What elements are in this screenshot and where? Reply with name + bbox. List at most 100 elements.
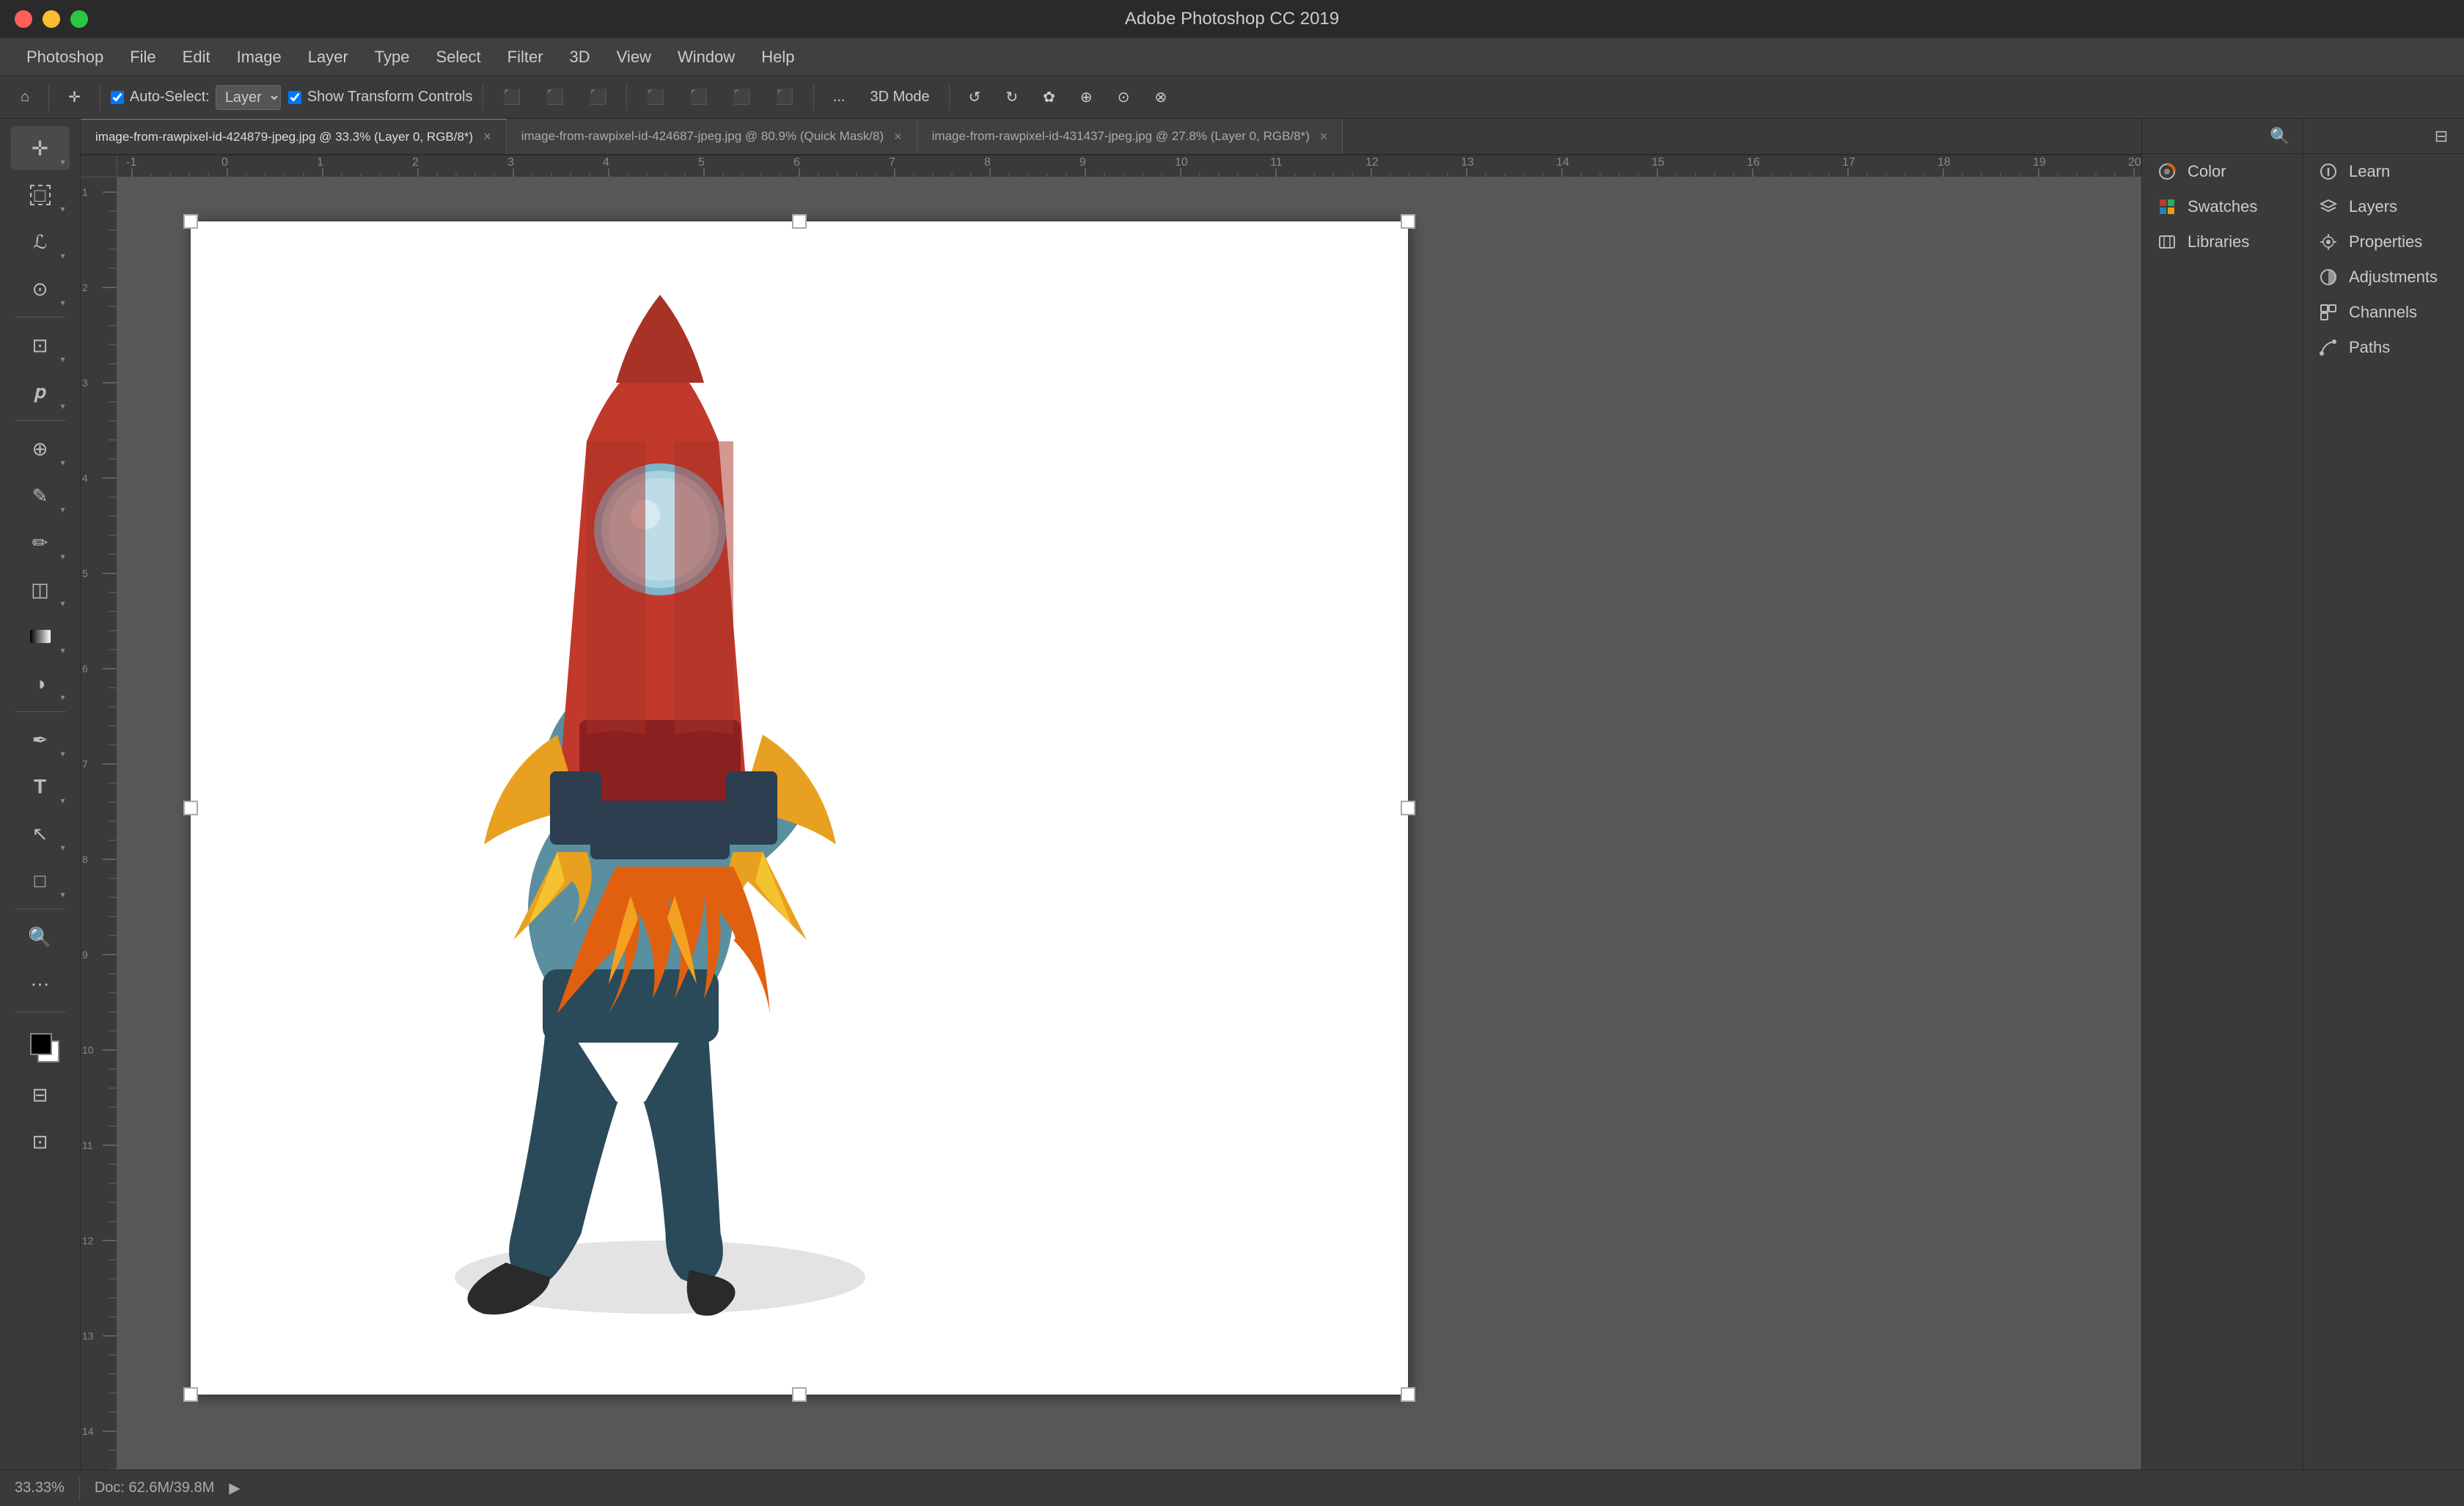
close-button[interactable] [15,10,32,28]
align-top-btn[interactable]: ⬛ [637,84,673,111]
toolbar-separator-5 [813,84,814,111]
rp-swatches-item[interactable]: Swatches [2142,189,2303,224]
svg-text:19: 19 [2033,156,2046,169]
menu-select[interactable]: Select [424,43,492,71]
svg-text:5: 5 [698,156,705,169]
svg-text:8: 8 [984,156,991,169]
auto-select-checkbox[interactable]: Auto-Select: Layer [111,85,281,110]
tool-screen-mode[interactable]: ⊟ [11,1073,70,1117]
rp-channels-item[interactable]: Channels [2303,295,2464,330]
menu-image[interactable]: Image [225,43,293,71]
tool-clone[interactable]: ✎ ▾ [11,474,70,518]
align-center-h-btn[interactable]: ⬛ [537,84,573,111]
minimize-button[interactable] [43,10,60,28]
menu-3d[interactable]: 3D [558,43,602,71]
tool-arrow-12: ▾ [60,692,65,702]
tool-pen[interactable]: ✒ ▾ [11,718,70,762]
align-bottom-btn[interactable]: ⬛ [724,84,760,111]
tool-gradient[interactable]: ▾ [11,614,70,658]
menu-layer[interactable]: Layer [296,43,360,71]
tab-0-close[interactable]: × [483,129,491,144]
menu-window[interactable]: Window [666,43,747,71]
show-transform-input[interactable] [288,91,301,104]
swatches-label: Swatches [2188,197,2257,216]
tab-2[interactable]: image-from-rawpixel-id-431437-jpeg.jpg @… [917,119,1343,154]
extra-btn3[interactable]: ⊙ [1109,84,1139,111]
undo-btn[interactable]: ↺ [960,84,990,111]
redo-btn[interactable]: ↻ [997,84,1027,111]
toolbar-separator [48,84,49,111]
rp-libraries-item[interactable]: Libraries [2142,224,2303,260]
rp-properties-item[interactable]: Properties [2303,224,2464,260]
tool-lasso[interactable]: ℒ ▾ [11,220,70,264]
move-icon-btn[interactable]: ✛ [59,84,89,111]
tool-extra[interactable]: ⋯ [11,962,70,1006]
rp-adjustments-item[interactable]: Adjustments [2303,260,2464,295]
tool-extra2[interactable]: ⊡ [11,1120,70,1164]
tool-heal[interactable]: ⊕ ▾ [11,427,70,471]
extra-btn2[interactable]: ⊕ [1071,84,1101,111]
distribute-btn[interactable]: ⬛ [767,84,803,111]
tool-move[interactable]: ✛ ▾ [11,126,70,170]
extra-btn4[interactable]: ⊗ [1145,84,1176,111]
svg-text:1: 1 [317,156,323,169]
more-options-btn[interactable]: ... [824,84,854,111]
svg-text:11: 11 [1270,156,1283,169]
canvas-document[interactable] [117,177,2141,1469]
svg-text:7: 7 [889,156,895,169]
align-left-icon: ⬛ [502,88,521,106]
tool-sep-3 [15,711,66,712]
tool-path-select[interactable]: ↖ ▾ [11,812,70,856]
tool-marquee[interactable]: □ ▾ [11,173,70,217]
align-center-v-btn[interactable]: ⬛ [681,84,716,111]
tab-1-close[interactable]: × [894,129,902,144]
tool-eraser[interactable]: ◫ ▾ [11,567,70,611]
tool-arrow-13: ▾ [60,749,65,759]
menu-filter[interactable]: Filter [496,43,555,71]
tool-colors[interactable] [11,1018,70,1070]
svg-text:7: 7 [82,758,88,770]
tool-dodge[interactable]: ◑ ▾ [11,661,70,705]
title-bar: Adobe Photoshop CC 2019 [0,0,2464,38]
align-right-btn[interactable]: ⬛ [580,84,616,111]
rp-panel-btn[interactable]: ⊟ [2426,121,2457,152]
tool-quick-select[interactable]: ⊙ ▾ [11,267,70,311]
tool-crop[interactable]: ⊡ ▾ [11,323,70,367]
extra-btn1[interactable]: ✿ [1034,84,1064,111]
3d-mode-btn[interactable]: 3D Mode [861,84,938,111]
tab-2-close[interactable]: × [1320,129,1328,144]
tool-type[interactable]: T ▾ [11,765,70,809]
layer-select[interactable]: Layer [216,85,281,110]
app-title: Adobe Photoshop CC 2019 [1125,9,1339,29]
tab-0[interactable]: image-from-rawpixel-id-424879-jpeg.jpg @… [81,119,507,154]
tool-arrow-6: ▾ [60,401,65,411]
tool-arrow-15: ▾ [60,842,65,853]
tool-shape[interactable]: □ ▾ [11,859,70,903]
rp-color-item[interactable]: Color [2142,154,2303,189]
rp-layers-item[interactable]: Layers [2303,189,2464,224]
maximize-button[interactable] [70,10,88,28]
tool-brush[interactable]: ✏ ▾ [11,521,70,565]
rp-paths-item[interactable]: Paths [2303,330,2464,365]
align-left-btn[interactable]: ⬛ [494,84,529,111]
menu-photoshop[interactable]: Photoshop [15,43,115,71]
menu-type[interactable]: Type [363,43,422,71]
menu-help[interactable]: Help [749,43,806,71]
show-transform-checkbox[interactable]: Show Transform Controls [288,89,473,106]
auto-select-input[interactable] [111,91,124,104]
rp-col2-top: ⊟ [2303,119,2464,154]
home-button[interactable]: ⌂ [12,84,38,111]
svg-text:12: 12 [82,1235,94,1246]
tab-1[interactable]: image-from-rawpixel-id-424687-jpeg.jpg @… [507,119,917,154]
rp-learn-item[interactable]: Learn [2303,154,2464,189]
doc-info: Doc: 62.6M/39.8M [95,1480,214,1496]
tool-zoom[interactable]: 🔍 [11,915,70,959]
menu-file[interactable]: File [118,43,167,71]
tool-arrow-11: ▾ [60,645,65,655]
menu-edit[interactable]: Edit [171,43,222,71]
tool-eyedropper[interactable]: 𝒑 ▾ [11,370,70,414]
menu-view[interactable]: View [605,43,663,71]
canvas-area[interactable]: // Will be generated below -101234567891… [81,155,2141,1469]
rp-search-btn[interactable]: 🔍 [2265,121,2295,152]
status-arrow[interactable]: ▶ [229,1479,240,1497]
